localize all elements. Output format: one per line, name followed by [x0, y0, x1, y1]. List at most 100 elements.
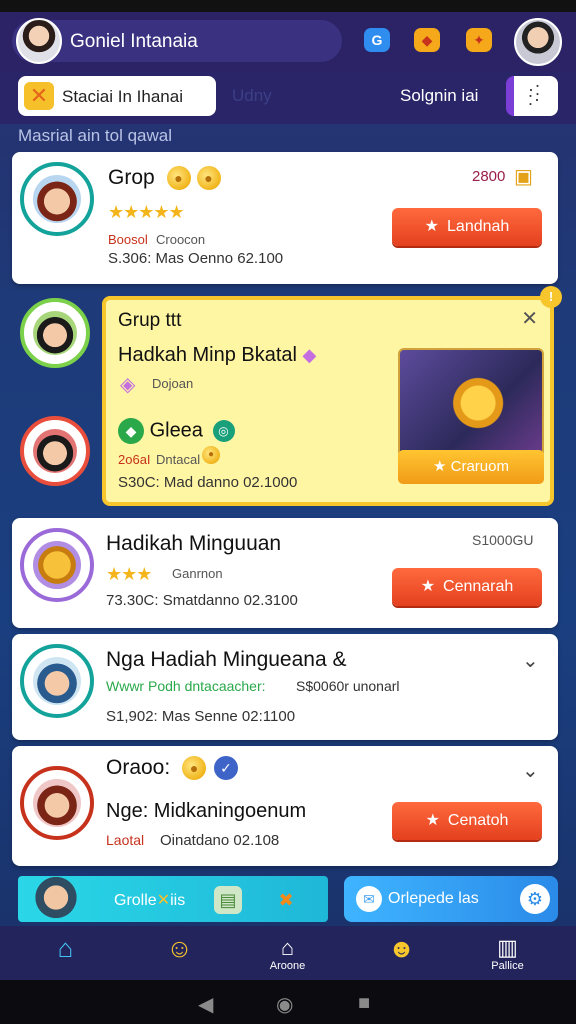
user-avatar[interactable]: [16, 18, 62, 64]
house-outline-icon: ⌂: [280, 935, 295, 960]
star-icon: ★: [425, 812, 440, 829]
shield-icon: ◆: [118, 418, 144, 444]
group-banner-suffix: iis: [170, 892, 186, 909]
x-mark-icon: ✕: [156, 892, 171, 909]
avatar: [20, 528, 94, 602]
claim-button-label: Landnah: [447, 218, 510, 235]
system-nav-bar: ◀ ◉ ■: [0, 980, 576, 1024]
claim-gift-label: Craruom: [450, 458, 509, 475]
reward-card-3[interactable]: Nga Hadiah Mingueana & ⌄ Wwwr Podh dntac…: [12, 634, 558, 740]
gear-icon[interactable]: ⚙: [520, 884, 550, 914]
book-icon: ▥: [497, 935, 518, 960]
featured-reward-card[interactable]: Grup ttt ✕ Hadkah Minp Bkatal ◆ ◈ Dojoan…: [102, 296, 554, 506]
faces-icon: ☻: [387, 933, 416, 963]
avatar[interactable]: [20, 416, 90, 486]
reward-count: S1000GU: [472, 532, 534, 548]
featured-group: Grup ttt: [118, 310, 181, 332]
star-icon: ★: [424, 218, 440, 235]
meta-grey: Ganrnon: [172, 566, 223, 581]
featured-name: ◆ Gleea ◎: [118, 418, 235, 444]
close-icon[interactable]: ✕: [521, 306, 538, 331]
friend-avatar[interactable]: [514, 18, 562, 66]
avatar-face: [32, 310, 78, 356]
gift-illustration: [398, 348, 544, 458]
claim-button-label: Cenatoh: [447, 812, 509, 829]
tab-active[interactable]: ✕ Staciai In Ihanai: [18, 76, 216, 116]
reward-count: 2800: [472, 168, 506, 185]
card-title-suffix: &: [332, 648, 347, 671]
meta-grey: S$0060r unonarl: [296, 678, 400, 694]
chat-bubble-icon: ▤: [214, 886, 242, 914]
tab-right[interactable]: Solgnin iai: [400, 86, 478, 106]
gift-box-icon: ▣: [514, 166, 533, 188]
top-bar: Goniel Intanaia G ◆ ✦: [0, 12, 576, 72]
reward-card-4[interactable]: Oraoo: ● ✓ ⌄ Nge: Midkaningoenum Laotal O…: [12, 746, 558, 866]
group-chat-banner[interactable]: Grolle✕iis ▤ ✖: [18, 870, 328, 922]
bottom-nav: ⌂ ☺ ⌂ Aroone ☻ ▥ Pallice: [0, 926, 576, 980]
avatar-face: [33, 657, 81, 705]
star-icon: ★: [433, 458, 447, 475]
featured-name-text: Gleea: [149, 419, 203, 442]
meta-line: 73.30C: Smatdanno 02.3100: [106, 592, 298, 609]
coin-icon: ●: [196, 166, 221, 191]
card-title: Hadikah Minguuan: [106, 532, 282, 555]
sparkle-icon[interactable]: ✦: [466, 28, 492, 52]
card-title: Oraoo: ● ✓: [106, 756, 239, 781]
card-subtitle: Nge: Midkaningoenum: [106, 800, 307, 822]
avatar-face: [33, 175, 81, 223]
x-mark-icon: ✖: [278, 890, 294, 910]
teal-badge-icon: ◎: [212, 420, 235, 442]
close-x-icon: ✕: [24, 82, 54, 110]
nav-pallice[interactable]: ▥ Pallice: [450, 926, 565, 980]
emoji-icon: ☺: [166, 933, 193, 963]
claim-button[interactable]: ★ Cennarah: [392, 568, 542, 606]
recents-icon[interactable]: ■: [358, 992, 370, 1015]
profile-name: Goniel Intanaia: [70, 31, 198, 52]
bottom-action-strip: Grolle✕iis ▤ ✖ ✉ Orlepede las ⚙: [0, 868, 576, 926]
card-title-text: Grop: [108, 166, 155, 189]
meta-red: Laotal: [106, 832, 145, 848]
nav-aroone[interactable]: ⌂ Aroone: [230, 926, 345, 980]
group-banner-label-text: Grolle: [114, 892, 157, 909]
coin-icon: ●: [202, 446, 220, 464]
claim-button-label: Cennarah: [443, 578, 514, 595]
avatar-face: [33, 541, 81, 589]
tab-ghost[interactable]: Udny: [232, 86, 272, 106]
chevron-down-icon[interactable]: ⌄: [522, 758, 539, 783]
claim-button[interactable]: ★ Landnah: [392, 208, 542, 246]
meta-red: 2o6aI: [118, 452, 151, 467]
nav-emoji[interactable]: ☺: [122, 926, 237, 980]
nav-home[interactable]: ⌂: [8, 926, 123, 980]
invite-banner-label: Orlepede las: [388, 890, 479, 907]
claim-gift-button[interactable]: ★ Craruom: [398, 450, 544, 484]
grid-menu-button[interactable]: ·::·: [506, 76, 558, 116]
g-badge-icon[interactable]: G: [364, 28, 390, 52]
card-title: Grop ● ●: [108, 166, 221, 191]
gem-icon: ◆: [302, 345, 317, 365]
reward-card-1[interactable]: Grop ● ● 2800 ▣ ★★★★★ Boosol Croocon S.30…: [12, 152, 558, 284]
coin-icon: ●: [166, 166, 191, 191]
tab-active-label: Staciai In Ihanai: [62, 87, 183, 106]
claim-button[interactable]: ★ Cenatoh: [392, 802, 542, 840]
rating-stars: ★★★: [106, 564, 152, 584]
back-icon[interactable]: ◀: [198, 992, 213, 1017]
profile-pill[interactable]: Goniel Intanaia: [12, 18, 342, 64]
featured-group-suffix: ttt: [165, 310, 182, 331]
invite-banner[interactable]: ✉ Orlepede las ⚙: [344, 876, 558, 922]
tab-bar: ✕ Staciai In Ihanai Udny Solgnin iai ·::…: [0, 72, 576, 124]
avatar[interactable]: [20, 298, 90, 368]
nav-faces[interactable]: ☻: [344, 926, 459, 980]
home-circle-icon[interactable]: ◉: [276, 992, 293, 1017]
check-icon: ✓: [214, 756, 239, 781]
reward-card-2[interactable]: Hadikah Minguuan S1000GU ★★★ Ganrnon 73.…: [12, 518, 558, 628]
avatar: [20, 766, 94, 840]
star-icon: ★: [420, 578, 436, 595]
chevron-down-icon[interactable]: ⌄: [522, 648, 539, 673]
featured-subtitle: Dojoan: [152, 376, 194, 391]
candy-icon: ◈: [120, 374, 136, 396]
meta-grey: Dntacal: [156, 452, 201, 467]
avatar: [20, 644, 94, 718]
gem-icon[interactable]: ◆: [414, 28, 440, 52]
mini-avatar: [34, 870, 78, 920]
meta-grey: Oinatdano 02.108: [160, 832, 280, 849]
